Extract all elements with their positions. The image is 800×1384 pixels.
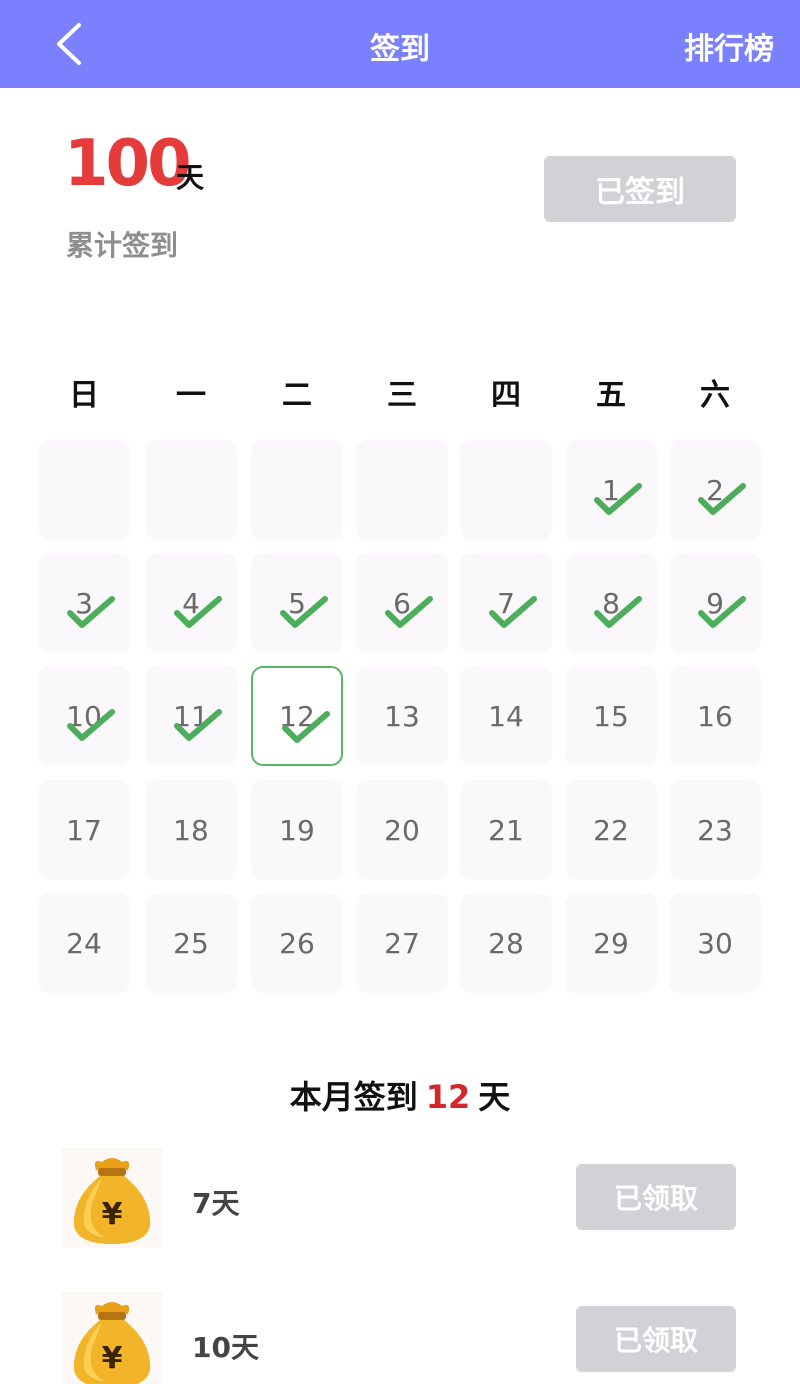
leaderboard-link[interactable]: 排行榜 <box>684 24 774 68</box>
month-checkin-count: 12 <box>425 1078 471 1116</box>
weekday-label: 六 <box>700 378 730 413</box>
claimed-button[interactable]: 已领取 <box>576 1164 736 1230</box>
calendar-day-15[interactable]: 15 <box>565 666 657 766</box>
total-checkin-count: 100 <box>64 127 192 201</box>
calendar-day-7[interactable]: 7 <box>460 553 552 653</box>
calendar-day-20[interactable]: 20 <box>356 780 448 880</box>
calendar-empty-cell <box>145 440 237 540</box>
calendar-day-number: 29 <box>593 926 629 960</box>
calendar-day-18[interactable]: 18 <box>145 780 237 880</box>
calendar-day-number: 19 <box>279 813 315 847</box>
calendar-day-28[interactable]: 28 <box>460 893 552 993</box>
calendar-empty-cell <box>460 440 552 540</box>
calendar-day-5[interactable]: 5 <box>251 553 343 653</box>
calendar-day-number: 26 <box>279 926 315 960</box>
svg-text:¥: ¥ <box>102 1197 123 1232</box>
calendar-day-23[interactable]: 23 <box>669 780 761 880</box>
calendar-day-24[interactable]: 24 <box>38 893 130 993</box>
calendar-day-number: 8 <box>602 586 620 620</box>
calendar-day-25[interactable]: 25 <box>145 893 237 993</box>
calendar-day-27[interactable]: 27 <box>356 893 448 993</box>
calendar-day-number: 10 <box>66 699 102 733</box>
total-checkin-label: 累计签到 <box>66 229 179 262</box>
calendar-day-number: 18 <box>173 813 209 847</box>
calendar-day-13[interactable]: 13 <box>356 666 448 766</box>
calendar-day-number: 2 <box>706 473 724 507</box>
calendar-day-30[interactable]: 30 <box>669 893 761 993</box>
calendar-day-9[interactable]: 9 <box>669 553 761 653</box>
calendar-day-29[interactable]: 29 <box>565 893 657 993</box>
weekday-label: 日 <box>69 378 99 413</box>
calendar-day-number: 17 <box>66 813 102 847</box>
calendar-day-number: 22 <box>593 813 629 847</box>
calendar-day-number: 4 <box>182 586 200 620</box>
calendar-day-number: 1 <box>602 473 620 507</box>
weekday-label: 三 <box>387 378 417 413</box>
calendar-day-21[interactable]: 21 <box>460 780 552 880</box>
calendar-day-number: 11 <box>173 699 209 733</box>
calendar-day-3[interactable]: 3 <box>38 553 130 653</box>
chevron-left-icon <box>57 23 81 65</box>
weekday-label: 四 <box>491 378 521 413</box>
svg-text:¥: ¥ <box>102 1341 123 1376</box>
total-checkin-unit: 天 <box>176 161 205 194</box>
calendar-day-number: 16 <box>697 699 733 733</box>
weekday-label: 二 <box>282 378 312 413</box>
month-checkin-summary: 本月签到 12 天 <box>0 1072 800 1118</box>
top-bar: 签到 排行榜 <box>0 0 800 88</box>
checked-in-button[interactable]: 已签到 <box>544 156 736 222</box>
calendar-day-26[interactable]: 26 <box>251 893 343 993</box>
calendar-day-number: 24 <box>66 926 102 960</box>
calendar-empty-cell <box>38 440 130 540</box>
calendar-day-2[interactable]: 2 <box>669 440 761 540</box>
calendar-day-number: 25 <box>173 926 209 960</box>
calendar-day-1[interactable]: 1 <box>565 440 657 540</box>
calendar-day-8[interactable]: 8 <box>565 553 657 653</box>
calendar-day-22[interactable]: 22 <box>565 780 657 880</box>
calendar-day-10[interactable]: 10 <box>38 666 130 766</box>
calendar-day-number: 21 <box>488 813 524 847</box>
calendar-day-16[interactable]: 16 <box>669 666 761 766</box>
calendar-day-number: 14 <box>488 699 524 733</box>
calendar-day-number: 15 <box>593 699 629 733</box>
calendar-day-number: 5 <box>288 586 306 620</box>
money-bag-icon: ¥ <box>62 1148 162 1248</box>
calendar-day-19[interactable]: 19 <box>251 780 343 880</box>
month-summary-prefix: 本月签到 <box>289 1078 418 1116</box>
calendar-day-14[interactable]: 14 <box>460 666 552 766</box>
calendar-day-number: 9 <box>706 586 724 620</box>
calendar-empty-cell <box>251 440 343 540</box>
reward-days-label: 7天 <box>192 1187 240 1220</box>
money-bag-icon: ¥ <box>62 1292 162 1384</box>
claimed-button[interactable]: 已领取 <box>576 1306 736 1372</box>
calendar-day-4[interactable]: 4 <box>145 553 237 653</box>
back-button[interactable] <box>44 18 92 70</box>
calendar-day-number: 7 <box>497 586 515 620</box>
calendar-day-number: 3 <box>75 586 93 620</box>
calendar-day-number: 27 <box>384 926 420 960</box>
month-summary-suffix: 天 <box>478 1078 511 1116</box>
weekday-label: 一 <box>176 378 206 413</box>
calendar-day-6[interactable]: 6 <box>356 553 448 653</box>
calendar-day-number: 12 <box>279 699 315 733</box>
weekday-label: 五 <box>596 378 626 413</box>
calendar-day-11[interactable]: 11 <box>145 666 237 766</box>
calendar-day-number: 13 <box>384 699 420 733</box>
calendar-day-number: 23 <box>697 813 733 847</box>
calendar-day-17[interactable]: 17 <box>38 780 130 880</box>
calendar-day-number: 6 <box>393 586 411 620</box>
calendar-day-12[interactable]: 12 <box>251 666 343 766</box>
calendar-day-number: 28 <box>488 926 524 960</box>
calendar-empty-cell <box>356 440 448 540</box>
calendar-day-number: 30 <box>697 926 733 960</box>
calendar-day-number: 20 <box>384 813 420 847</box>
reward-days-label: 10天 <box>192 1331 259 1364</box>
page-title: 签到 <box>370 32 430 67</box>
